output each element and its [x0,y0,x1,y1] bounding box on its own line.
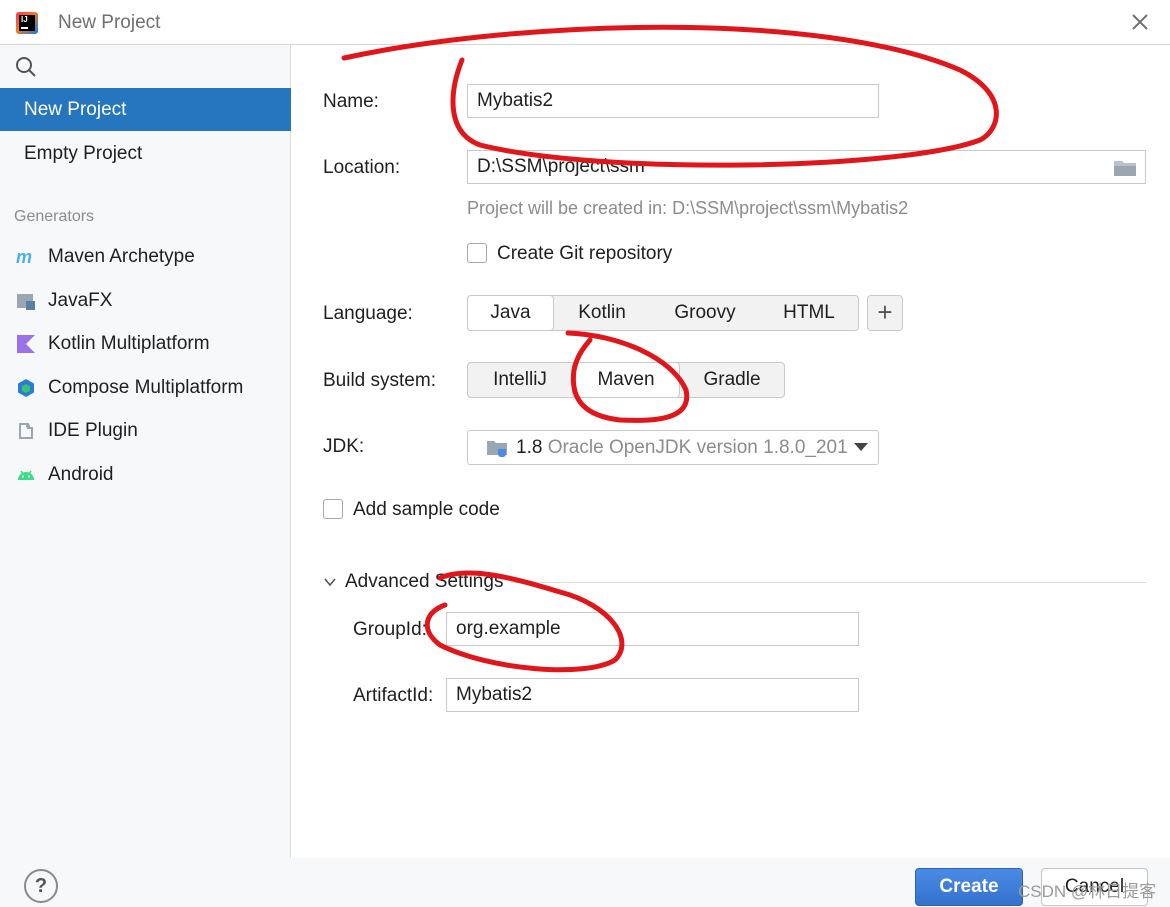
window-title: New Project [58,12,161,33]
sidebar: New Project Empty Project Generators m M… [0,45,291,858]
language-segmented-control: Java Kotlin Groovy HTML [467,295,859,331]
sidebar-item-new-project[interactable]: New Project [0,88,291,131]
chevron-down-icon [854,443,868,451]
watermark: CSDN @林日提客 [1018,882,1157,901]
artifact-id-label: ArtifactId: [353,685,434,706]
language-option-html[interactable]: HTML [761,296,857,330]
jdk-folder-icon [487,441,507,457]
javafx-icon [17,294,35,310]
build-system-segmented-control: IntelliJ Maven Gradle [467,362,785,398]
git-checkbox[interactable] [467,243,487,263]
chevron-collapse-icon[interactable] [323,575,337,589]
sidebar-item-label: IDE Plugin [48,420,138,441]
sidebar-item-ide-plugin[interactable]: IDE Plugin [0,411,291,451]
build-option-intellij[interactable]: IntelliJ [468,363,572,397]
kotlin-icon [17,335,35,353]
advanced-divider [510,582,1146,583]
new-project-dialog: IJ New Project New Project Empty Project… [0,0,1170,907]
title-bar: IJ New Project [0,0,1170,45]
language-option-java[interactable]: Java [467,295,554,331]
build-option-gradle[interactable]: Gradle [680,363,784,397]
browse-folder-icon[interactable] [1113,158,1137,178]
sidebar-item-label: Compose Multiplatform [48,377,244,398]
sidebar-item-compose-multiplatform[interactable]: Compose Multiplatform [0,368,291,408]
maven-icon: m [16,247,32,267]
sidebar-item-kotlin-multiplatform[interactable]: Kotlin Multiplatform [0,324,291,364]
add-language-button[interactable]: + [867,295,903,331]
language-option-kotlin[interactable]: Kotlin [556,296,648,330]
plugin-icon [19,423,33,439]
sidebar-item-label: JavaFX [48,290,113,311]
artifact-id-field[interactable]: Mybatis2 [446,678,859,712]
jdk-description: Oracle OpenJDK version 1.8.0_201 [547,437,848,458]
sidebar-item-label: Android [48,464,114,485]
name-field[interactable]: Mybatis2 [467,84,879,118]
android-icon [18,470,34,480]
group-id-label: GroupId: [353,619,427,640]
jdk-version: 1.8 [516,437,543,458]
sidebar-item-label: Kotlin Multiplatform [48,333,210,354]
search-icon[interactable] [14,55,38,79]
close-icon[interactable] [1128,10,1152,34]
jdk-select[interactable]: 1.8 Oracle OpenJDK version 1.8.0_201 [467,430,879,465]
create-button[interactable]: Create [915,868,1023,906]
sidebar-item-label: Maven Archetype [48,246,195,267]
location-field[interactable]: D:\SSM\project\ssm [467,150,1146,184]
intellij-app-icon: IJ [16,12,38,34]
sidebar-item-android[interactable]: Android [0,455,291,495]
help-button[interactable]: ? [24,869,58,903]
dialog-footer: ? Create Cancel CSDN @林日提客 [0,858,1170,907]
git-checkbox-label[interactable]: Create Git repository [497,243,672,265]
build-system-label: Build system: [323,370,436,391]
language-label: Language: [323,303,413,324]
jdk-label: JDK: [323,436,365,457]
sample-code-label[interactable]: Add sample code [353,499,500,521]
build-option-maven[interactable]: Maven [572,362,680,398]
compose-icon [18,379,34,397]
name-label: Name: [323,91,379,112]
sidebar-item-maven-archetype[interactable]: m Maven Archetype [0,237,291,277]
group-id-field[interactable]: org.example [446,612,859,646]
language-option-groovy[interactable]: Groovy [655,296,755,330]
location-hint: Project will be created in: D:\SSM\proje… [467,198,909,218]
sample-code-checkbox[interactable] [323,499,343,519]
generators-header: Generators [14,208,95,225]
location-label: Location: [323,157,401,178]
sidebar-item-javafx[interactable]: JavaFX [0,281,291,321]
svg-text:m: m [16,247,32,267]
location-value: D:\SSM\project\ssm [477,156,645,177]
advanced-settings-toggle[interactable]: Advanced Settings [345,571,503,593]
sidebar-item-empty-project[interactable]: Empty Project [0,132,291,175]
